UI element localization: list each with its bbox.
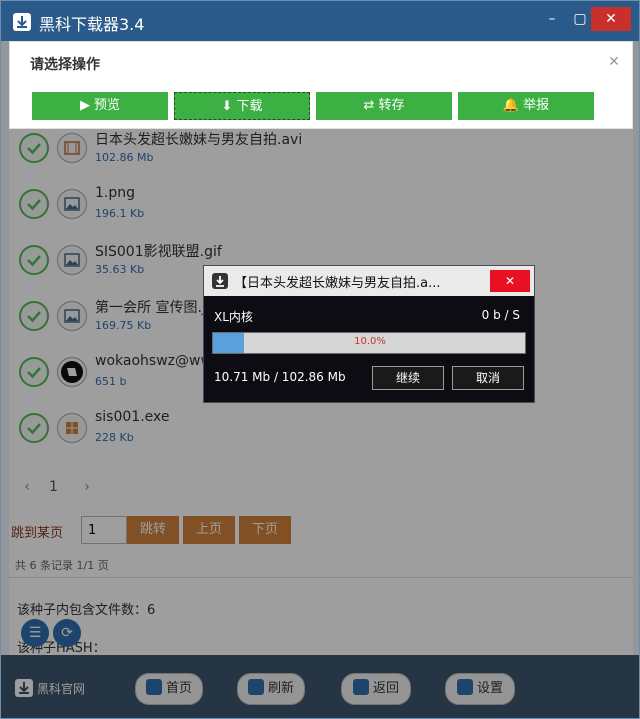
title-bar: 黑科下载器3.4 – ▢ ✕ — [1, 1, 639, 41]
report-label: 举报 — [523, 98, 550, 113]
download-label: 下载 — [236, 99, 263, 114]
continue-button[interactable]: 继续 — [372, 366, 444, 390]
dialog-app-icon — [212, 273, 228, 289]
close-window-button[interactable]: ✕ — [591, 7, 631, 31]
minimize-button[interactable]: – — [539, 7, 565, 31]
cancel-button[interactable]: 取消 — [452, 366, 524, 390]
transfer-label: 转存 — [378, 98, 405, 113]
maximize-button[interactable]: ▢ — [567, 7, 593, 31]
app-title: 黑科下载器3.4 — [39, 15, 145, 34]
report-button[interactable]: 🔔 举报 — [458, 92, 594, 120]
action-panel: 请选择操作 ✕ ▶ 预览 ⬇ 下载 ⇄ 转存 🔔 举报 — [9, 41, 633, 129]
downloaded-bytes: 10.71 Mb / 102.86 Mb — [214, 370, 346, 384]
action-panel-close-button[interactable]: ✕ — [606, 54, 622, 70]
app-logo-icon — [13, 13, 31, 31]
download-progress-bar: 10.0% — [212, 332, 526, 354]
download-speed: 0 b / S — [481, 308, 520, 322]
download-button[interactable]: ⬇ 下载 — [174, 92, 310, 120]
dialog-title: 【日本头发超长嫩妹与男友自拍.a... — [234, 276, 441, 291]
download-engine-label: XL内核 — [214, 310, 253, 324]
bell-icon: 🔔 — [502, 98, 520, 113]
dialog-close-button[interactable]: ✕ — [490, 270, 530, 292]
app-window: 黑科下载器3.4 – ▢ ✕ 日本头发超长嫩妹与男友自拍.avi 102.86 M… — [0, 0, 640, 719]
preview-button[interactable]: ▶ 预览 — [32, 92, 168, 120]
dialog-title-bar: 【日本头发超长嫩妹与男友自拍.a... ✕ — [204, 266, 534, 296]
transfer-icon: ⇄ — [363, 98, 375, 113]
preview-label: 预览 — [93, 98, 120, 113]
download-dialog: 【日本头发超长嫩妹与男友自拍.a... ✕ XL内核 0 b / S 10.0%… — [203, 265, 535, 403]
action-panel-title: 请选择操作 — [30, 57, 100, 73]
play-icon: ▶ — [79, 98, 90, 113]
progress-percent: 10.0% — [354, 336, 386, 347]
transfer-button[interactable]: ⇄ 转存 — [316, 92, 452, 120]
download-icon: ⬇ — [221, 99, 233, 114]
